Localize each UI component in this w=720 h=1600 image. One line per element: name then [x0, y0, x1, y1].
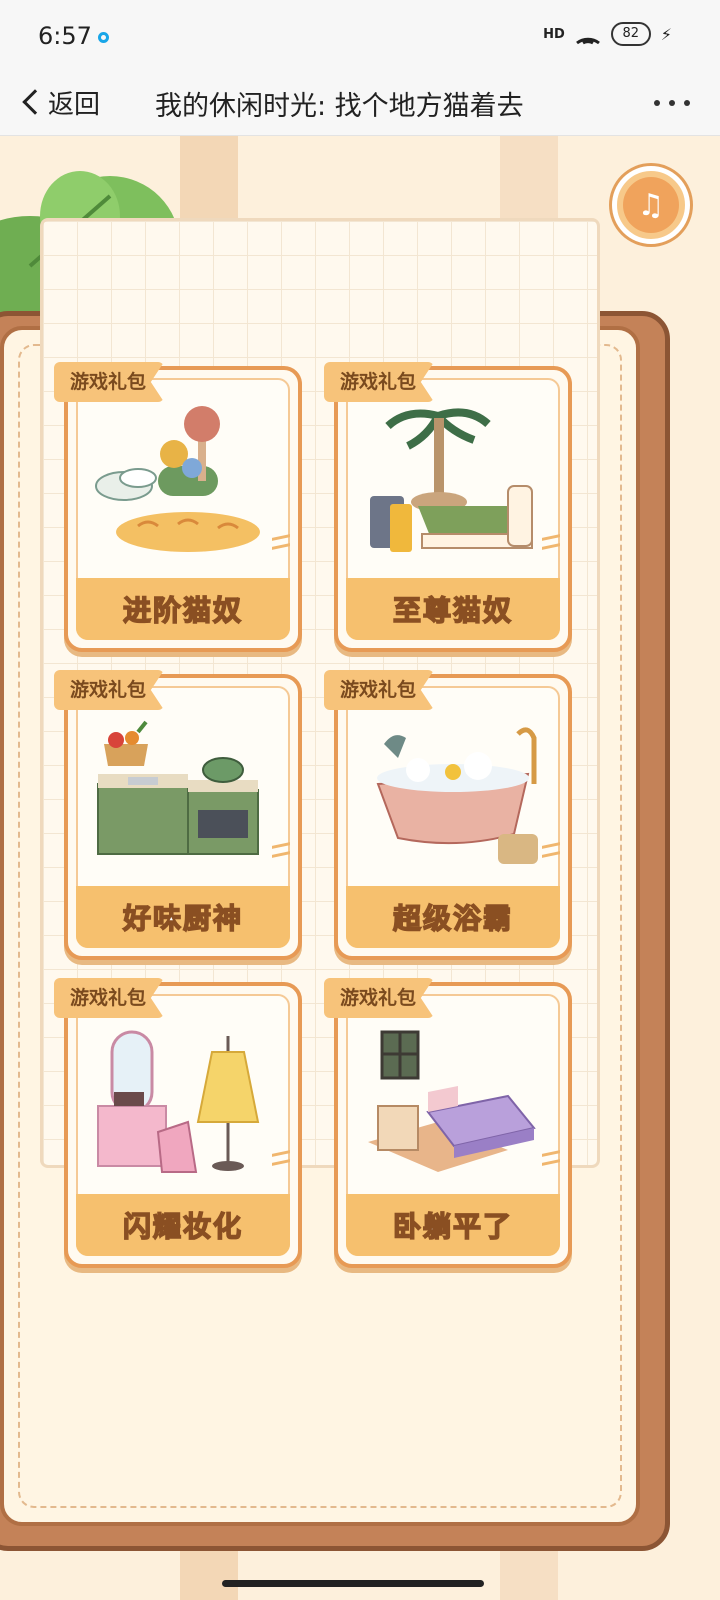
card-label-bar: 好味厨神 — [76, 886, 290, 948]
gift-pack-tag: 游戏礼包 — [54, 978, 165, 1018]
gift-pack-name: 超级浴霸 — [392, 901, 513, 936]
bathtub-illustration — [376, 727, 538, 864]
status-icons: HD 82 ⚡ — [543, 22, 672, 46]
kitchen-illustration — [97, 720, 259, 855]
signal-icon: HD — [543, 26, 565, 42]
gift-pack-card[interactable]: 游戏礼包 好味厨神 — [54, 670, 302, 960]
palm-bed-illustration — [370, 408, 533, 552]
card-label-bar: 进阶猫奴 — [76, 578, 290, 640]
gift-pack-name: 卧躺平了 — [392, 1209, 513, 1244]
status-time: 6:57 — [38, 22, 92, 50]
back-label: 返回 — [48, 89, 101, 120]
sync-icon — [98, 32, 109, 43]
battery-icon: 82 — [610, 22, 651, 46]
card-label-bar: 至尊猫奴 — [346, 578, 560, 640]
gift-pack-card[interactable]: 游戏礼包 至尊猫奴 — [324, 362, 572, 652]
more-dots-icon[interactable] — [654, 100, 690, 106]
gift-pack-card[interactable]: 游戏礼包 闪耀妆化 — [54, 978, 302, 1268]
gift-pack-card[interactable]: 游戏礼包 超级浴霸 — [324, 670, 572, 960]
card-label-bar: 卧躺平了 — [346, 1194, 560, 1256]
nav-bar: 返回 我的休闲时光: 找个地方猫着去 — [0, 70, 720, 136]
gift-pack-card[interactable]: 游戏礼包 进阶猫奴 — [54, 362, 302, 652]
page-title: 我的休闲时光: 找个地方猫着去 — [155, 91, 524, 122]
bedroom-illustration — [368, 1030, 536, 1172]
gift-pack-tag: 游戏礼包 — [324, 362, 435, 402]
chevron-left-icon — [22, 89, 48, 115]
gift-pack-name: 好味厨神 — [122, 901, 243, 936]
gift-pack-tag: 游戏礼包 — [54, 362, 165, 402]
charging-icon: ⚡ — [660, 24, 672, 44]
music-note-icon: ♫ — [623, 177, 679, 233]
gift-pack-name: 进阶猫奴 — [122, 593, 243, 628]
gift-pack-card[interactable]: 游戏礼包 卧躺平了 — [324, 978, 572, 1268]
gift-pack-tag: 游戏礼包 — [324, 670, 435, 710]
home-indicator[interactable] — [222, 1580, 484, 1587]
gift-pack-name: 闪耀妆化 — [122, 1209, 243, 1244]
status-bar: 6:57 HD 82 ⚡ — [0, 0, 720, 70]
card-label-bar: 闪耀妆化 — [76, 1194, 290, 1256]
gift-pack-tag: 游戏礼包 — [54, 670, 165, 710]
gift-pack-name: 至尊猫奴 — [392, 593, 513, 628]
card-label-bar: 超级浴霸 — [346, 886, 560, 948]
back-button[interactable]: 返回 — [18, 82, 100, 122]
gift-pack-tag: 游戏礼包 — [324, 978, 435, 1018]
wifi-icon — [575, 37, 600, 45]
music-toggle-button[interactable]: ♫ — [612, 166, 690, 244]
vanity-illustration — [97, 1030, 260, 1173]
cat-tree-illustration — [95, 406, 260, 552]
